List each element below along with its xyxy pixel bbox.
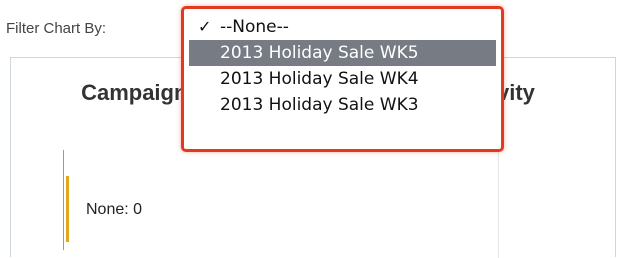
menu-option-label: 2013 Holiday Sale WK5 [220,43,419,63]
chart-title-left: Campaign [81,80,188,105]
menu-option-label: --None-- [220,17,289,37]
filter-chart-label: Filter Chart By: [6,20,107,37]
menu-option-holiday-sale-wk5[interactable]: 2013 Holiday Sale WK5 [189,40,496,66]
filter-dropdown-highlight: ✓ --None-- 2013 Holiday Sale WK5 2013 Ho… [181,6,504,152]
menu-option-holiday-sale-wk4[interactable]: 2013 Holiday Sale WK4 [189,66,496,92]
chart-bar [66,176,69,242]
filter-dropdown-menu[interactable]: ✓ --None-- 2013 Holiday Sale WK5 2013 Ho… [189,14,496,118]
menu-option-none[interactable]: ✓ --None-- [189,14,496,40]
menu-option-holiday-sale-wk3[interactable]: 2013 Holiday Sale WK3 [189,92,496,118]
chart-value-label: None: 0 [86,201,143,218]
checkmark-icon: ✓ [198,17,212,36]
menu-option-label: 2013 Holiday Sale WK3 [220,95,419,115]
chart-y-axis [63,150,64,250]
menu-option-label: 2013 Holiday Sale WK4 [220,69,419,89]
